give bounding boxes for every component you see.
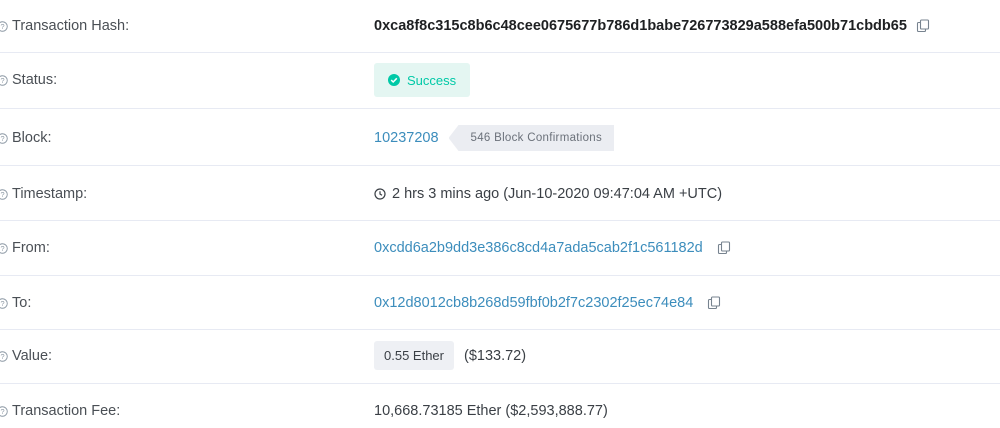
- status-badge: Success: [374, 63, 471, 97]
- divider: [0, 329, 1000, 330]
- label-text: Block:: [12, 130, 52, 146]
- question-circle-icon[interactable]: ?: [0, 242, 8, 254]
- question-circle-icon[interactable]: ?: [0, 74, 8, 86]
- copy-icon[interactable]: [717, 241, 731, 255]
- from-value: 0xcdd6a2b9dd3e386c8cd4a7ada5cab2f1c56118…: [374, 237, 731, 259]
- svg-text:?: ?: [0, 298, 4, 307]
- label-value: ? Value:: [0, 346, 52, 366]
- svg-text:?: ?: [0, 133, 4, 142]
- question-circle-icon[interactable]: ?: [0, 188, 8, 200]
- divider: [0, 220, 1000, 221]
- question-circle-icon[interactable]: ?: [0, 20, 8, 32]
- status-value: Success: [374, 63, 471, 97]
- check-circle-icon: [388, 74, 400, 86]
- label-text: Status:: [12, 72, 58, 88]
- divider: [0, 275, 1000, 276]
- question-circle-icon[interactable]: ?: [0, 350, 8, 362]
- transaction-fee-value: 10,668.73185 Ether ($2,593,888.77): [374, 400, 608, 422]
- label-text: Value:: [12, 348, 53, 364]
- svg-text:?: ?: [0, 75, 4, 84]
- value-value: 0.55 Ether ($133.72): [374, 341, 526, 370]
- label-status: ? Status:: [0, 70, 57, 90]
- question-circle-icon[interactable]: ?: [0, 297, 8, 309]
- block-confirmations-badge: 546 Block Confirmations: [448, 125, 615, 151]
- svg-text:?: ?: [0, 406, 4, 415]
- divider: [0, 52, 1000, 53]
- label-to: ? To:: [0, 293, 31, 313]
- transaction-hash-value: 0xca8f8c315c8b6c48cee0675677b786d1babe72…: [374, 15, 930, 37]
- label-transaction-hash: ? Transaction Hash:: [0, 16, 129, 36]
- question-circle-icon[interactable]: ?: [0, 132, 8, 144]
- clock-icon: [374, 188, 386, 200]
- from-address-link[interactable]: 0xcdd6a2b9dd3e386c8cd4a7ada5cab2f1c56118…: [374, 240, 703, 256]
- svg-text:?: ?: [0, 189, 4, 198]
- divider: [0, 108, 1000, 109]
- label-text: From:: [12, 240, 50, 256]
- to-value: 0x12d8012cb8b268d59fbf0b2f7c2302f25ec74e…: [374, 292, 721, 314]
- to-address-link[interactable]: 0x12d8012cb8b268d59fbf0b2f7c2302f25ec74e…: [374, 295, 693, 311]
- transaction-hash[interactable]: 0xca8f8c315c8b6c48cee0675677b786d1babe72…: [374, 18, 907, 34]
- svg-text:?: ?: [0, 21, 4, 30]
- label-transaction-fee: ? Transaction Fee:: [0, 401, 120, 421]
- status-text: Success: [407, 72, 457, 88]
- label-text: Transaction Fee:: [12, 403, 121, 419]
- usd-value: ($133.72): [464, 347, 527, 364]
- label-timestamp: ? Timestamp:: [0, 184, 87, 204]
- svg-text:?: ?: [0, 243, 4, 252]
- label-text: Timestamp:: [12, 186, 88, 202]
- ether-amount-badge: 0.55 Ether: [374, 341, 454, 370]
- block-number-link[interactable]: 10237208: [374, 130, 439, 146]
- timestamp-text: 2 hrs 3 mins ago (Jun-10-2020 09:47:04 A…: [392, 186, 723, 202]
- label-from: ? From:: [0, 238, 50, 258]
- transaction-details: ? Transaction Hash: 0xca8f8c315c8b6c48ce…: [0, 0, 1000, 428]
- svg-text:?: ?: [0, 351, 4, 360]
- copy-icon[interactable]: [916, 19, 930, 33]
- label-block: ? Block:: [0, 128, 52, 148]
- fee-text: 10,668.73185 Ether ($2,593,888.77): [374, 403, 608, 419]
- label-text: Transaction Hash:: [12, 18, 130, 34]
- question-circle-icon[interactable]: ?: [0, 405, 8, 417]
- copy-icon[interactable]: [707, 296, 721, 310]
- divider: [0, 383, 1000, 384]
- divider: [0, 165, 1000, 166]
- timestamp-value: 2 hrs 3 mins ago (Jun-10-2020 09:47:04 A…: [374, 183, 722, 205]
- block-value: 10237208 546 Block Confirmations: [374, 124, 615, 152]
- label-text: To:: [12, 295, 32, 311]
